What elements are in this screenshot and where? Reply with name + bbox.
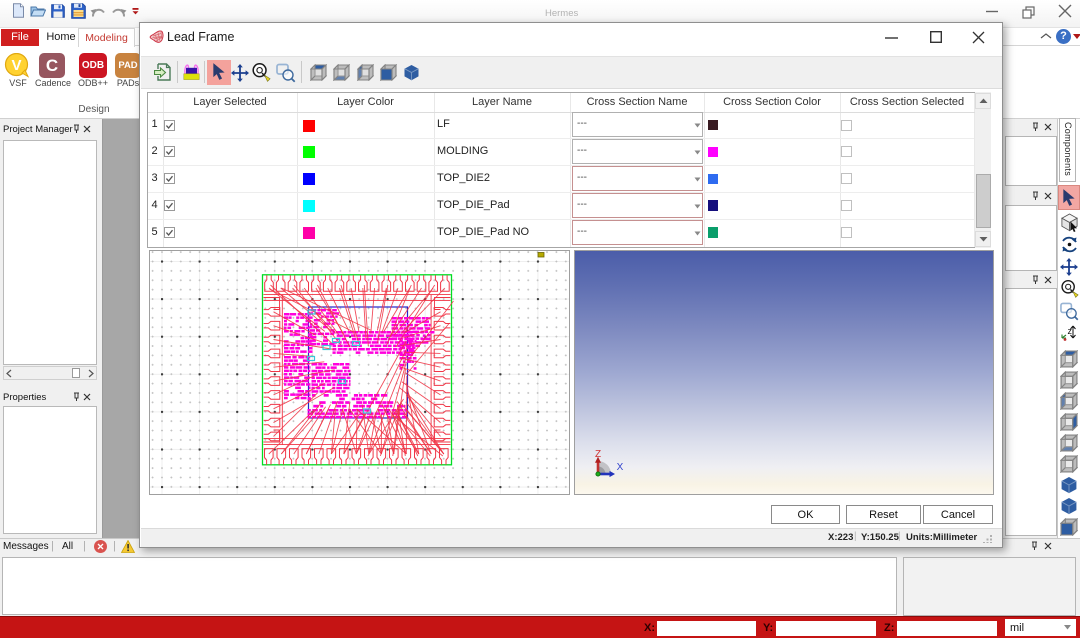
svg-text:X: X — [616, 462, 623, 473]
svg-text:V: V — [11, 57, 21, 74]
